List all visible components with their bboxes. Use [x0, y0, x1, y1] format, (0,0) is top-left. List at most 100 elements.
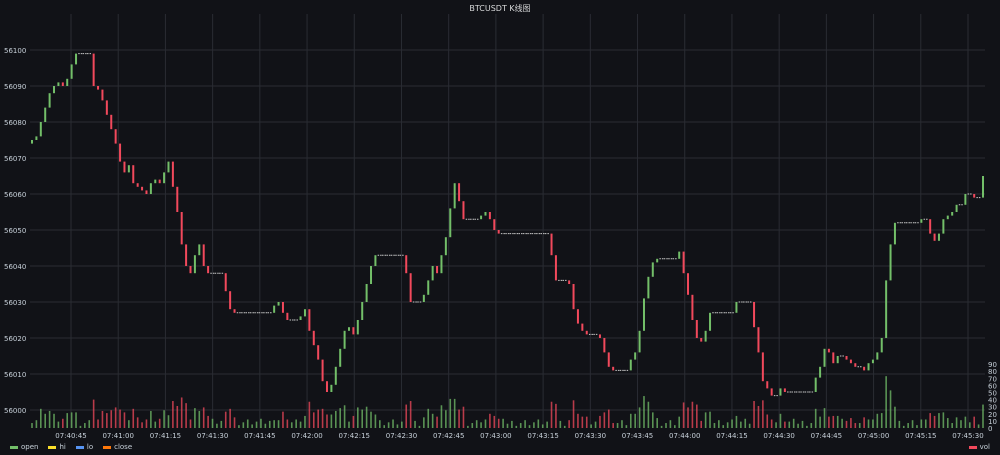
volume-bar [748, 423, 751, 428]
candle [370, 266, 373, 284]
volume-bar [629, 413, 632, 428]
candle [145, 190, 148, 194]
volume-bar [678, 416, 681, 428]
volume-bar [229, 408, 231, 428]
candle [312, 330, 315, 346]
candle [92, 53, 95, 86]
candle [766, 381, 769, 389]
volume-bar [128, 420, 130, 428]
legend-item-open[interactable]: open [10, 443, 38, 451]
volume-bar [775, 422, 777, 428]
volume-bar [185, 403, 187, 428]
candlestick-chart[interactable]: 56000 56010 56020 56030 56040 56050 56060 56070… [0, 0, 1000, 455]
candle [321, 359, 324, 382]
candle [31, 140, 33, 144]
volume-bar [656, 418, 658, 428]
volume-bar [251, 424, 253, 428]
volume-bar [392, 419, 394, 428]
volume-bar [744, 418, 747, 428]
volume-bar [929, 413, 931, 428]
volume-tick-label: 40 [988, 397, 997, 405]
volume-bar [977, 424, 980, 428]
volume-bar [194, 408, 196, 428]
volume-bar [207, 415, 209, 428]
volume-bar [669, 420, 672, 428]
candle [973, 194, 976, 198]
volume-bar [612, 423, 614, 428]
volume-bar [312, 412, 315, 428]
candle [572, 284, 575, 310]
volume-bar [546, 421, 548, 428]
legend-item-lo[interactable]: lo [75, 443, 93, 451]
volume-bar [511, 420, 513, 428]
legend-item-hi[interactable]: hi [48, 443, 66, 451]
volume-bar [828, 416, 830, 428]
volume-bar [832, 415, 835, 428]
legend-item-vol[interactable]: vol [968, 443, 990, 451]
volume-bar [797, 423, 799, 428]
volume-bar [792, 418, 795, 428]
time-tick-label: 07:43:30 [575, 432, 606, 440]
candle [612, 366, 615, 371]
volume-bar [264, 423, 267, 428]
volume-bar [537, 419, 540, 428]
candle [823, 348, 826, 367]
volume-bar [960, 420, 962, 428]
volume-bar [660, 425, 663, 428]
volume-bar [854, 423, 857, 428]
candle [110, 114, 113, 130]
candle [964, 194, 967, 205]
candle [603, 338, 606, 353]
time-tick-label: 07:43:00 [480, 432, 511, 440]
volume-bar [489, 413, 491, 428]
volume-bar [458, 409, 460, 428]
volume-bar [282, 411, 284, 428]
volume-bar [268, 420, 271, 428]
volume-bar [889, 390, 892, 428]
candle [946, 215, 949, 220]
volume-bar [876, 413, 879, 428]
candle [193, 255, 196, 274]
candle [286, 312, 289, 320]
volume-bar [819, 416, 821, 428]
time-tick-label: 07:42:45 [433, 432, 464, 440]
volume-bar [255, 421, 258, 428]
candle [303, 309, 306, 317]
volume-bar [211, 418, 214, 428]
volume-bar [581, 416, 584, 428]
volume-bar [330, 414, 333, 428]
candle [704, 330, 707, 342]
candle [770, 388, 773, 396]
candle [422, 294, 425, 302]
volume-tick-label: 80 [988, 368, 997, 376]
candle [761, 352, 764, 382]
volume-bar [968, 422, 971, 428]
volume-bar [634, 413, 636, 428]
volume-bar [938, 413, 940, 428]
volume-bar [75, 412, 77, 428]
candle [493, 219, 496, 230]
volume-bar [423, 417, 425, 428]
volume-bar [101, 410, 104, 428]
candle [642, 298, 645, 331]
candle [224, 273, 227, 292]
price-tick-label: 56100 [4, 47, 26, 55]
candle [229, 291, 232, 310]
price-tick-label: 56010 [4, 371, 26, 379]
time-tick-label: 07:40:45 [55, 432, 86, 440]
candle [484, 212, 487, 216]
volume-bar [665, 423, 667, 428]
volume-bar [607, 409, 610, 428]
volume-bar [480, 422, 482, 428]
volume-bar [150, 410, 152, 428]
candle [365, 284, 368, 302]
volume-bar [955, 417, 958, 428]
candle [854, 363, 857, 367]
volume-bar [119, 409, 121, 428]
candle [207, 266, 210, 274]
legend-item-close[interactable]: close [103, 443, 132, 451]
candle [885, 280, 888, 338]
price-tick-label: 56030 [4, 299, 26, 307]
candle [453, 183, 456, 209]
candle [656, 258, 659, 263]
